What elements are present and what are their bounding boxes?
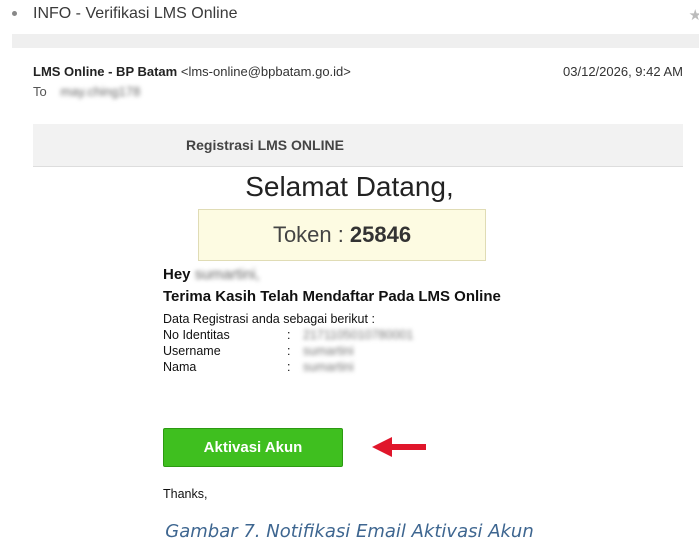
sender-name[interactable]: LMS Online - BP Batam — [33, 64, 177, 79]
greeting-name: sumartini, — [194, 266, 260, 283]
sender-email[interactable]: <lms-online@bpbatam.go.id> — [181, 64, 351, 79]
closing-text: Thanks, — [163, 487, 208, 501]
info-label: Username — [163, 344, 221, 358]
figure-caption: Gambar 7. Notifikasi Email Aktivasi Akun — [165, 521, 534, 542]
bullet-icon — [12, 11, 17, 16]
thanks-message: Terima Kasih Telah Mendaftar Pada LMS On… — [163, 288, 501, 305]
info-separator: : — [287, 344, 291, 358]
email-header-band — [33, 124, 683, 167]
to-label: To — [33, 84, 47, 99]
message-body: Hey sumartini, Terima Kasih Telah Mendaf… — [163, 266, 501, 374]
token-label: Token : — [272, 222, 344, 247]
info-label: No Identitas — [163, 328, 230, 342]
divider-band — [12, 34, 699, 48]
activate-account-button[interactable]: Aktivasi Akun — [163, 428, 343, 467]
token-value: 25846 — [349, 222, 412, 247]
greeting: Hey sumartini, — [163, 266, 501, 283]
info-separator: : — [287, 328, 291, 342]
subject-row: INFO - Verifikasi LMS Online ★ — [0, 0, 699, 34]
welcome-heading: Selamat Datang, — [245, 171, 454, 202]
info-label: Nama — [163, 360, 197, 374]
token-box: Token : 25846 — [198, 209, 486, 261]
registration-intro: Data Registrasi anda sebagai berikut : — [163, 312, 375, 326]
star-icon[interactable]: ★ — [689, 6, 699, 24]
info-row-username: Username : sumartini — [163, 344, 501, 358]
info-row-name: Nama : sumartini — [163, 360, 501, 374]
info-row-identity: No Identitas : 2171105010780001 — [163, 328, 501, 342]
email-subject: INFO - Verifikasi LMS Online — [33, 5, 238, 22]
info-value: sumartini — [303, 344, 354, 358]
info-value: 2171105010780001 — [303, 328, 414, 342]
email-date: 03/12/2026, 9:42 AM — [563, 64, 683, 79]
info-value: sumartini — [303, 360, 354, 374]
arrow-left-icon — [372, 437, 426, 457]
recipient-row: To may.ching178 — [33, 84, 140, 99]
sender-row: LMS Online - BP Batam <lms-online@bpbata… — [33, 64, 351, 79]
registration-title: Registrasi LMS ONLINE — [186, 137, 344, 153]
recipient-value[interactable]: may.ching178 — [60, 84, 140, 99]
greeting-label: Hey — [163, 266, 191, 283]
info-separator: : — [287, 360, 291, 374]
